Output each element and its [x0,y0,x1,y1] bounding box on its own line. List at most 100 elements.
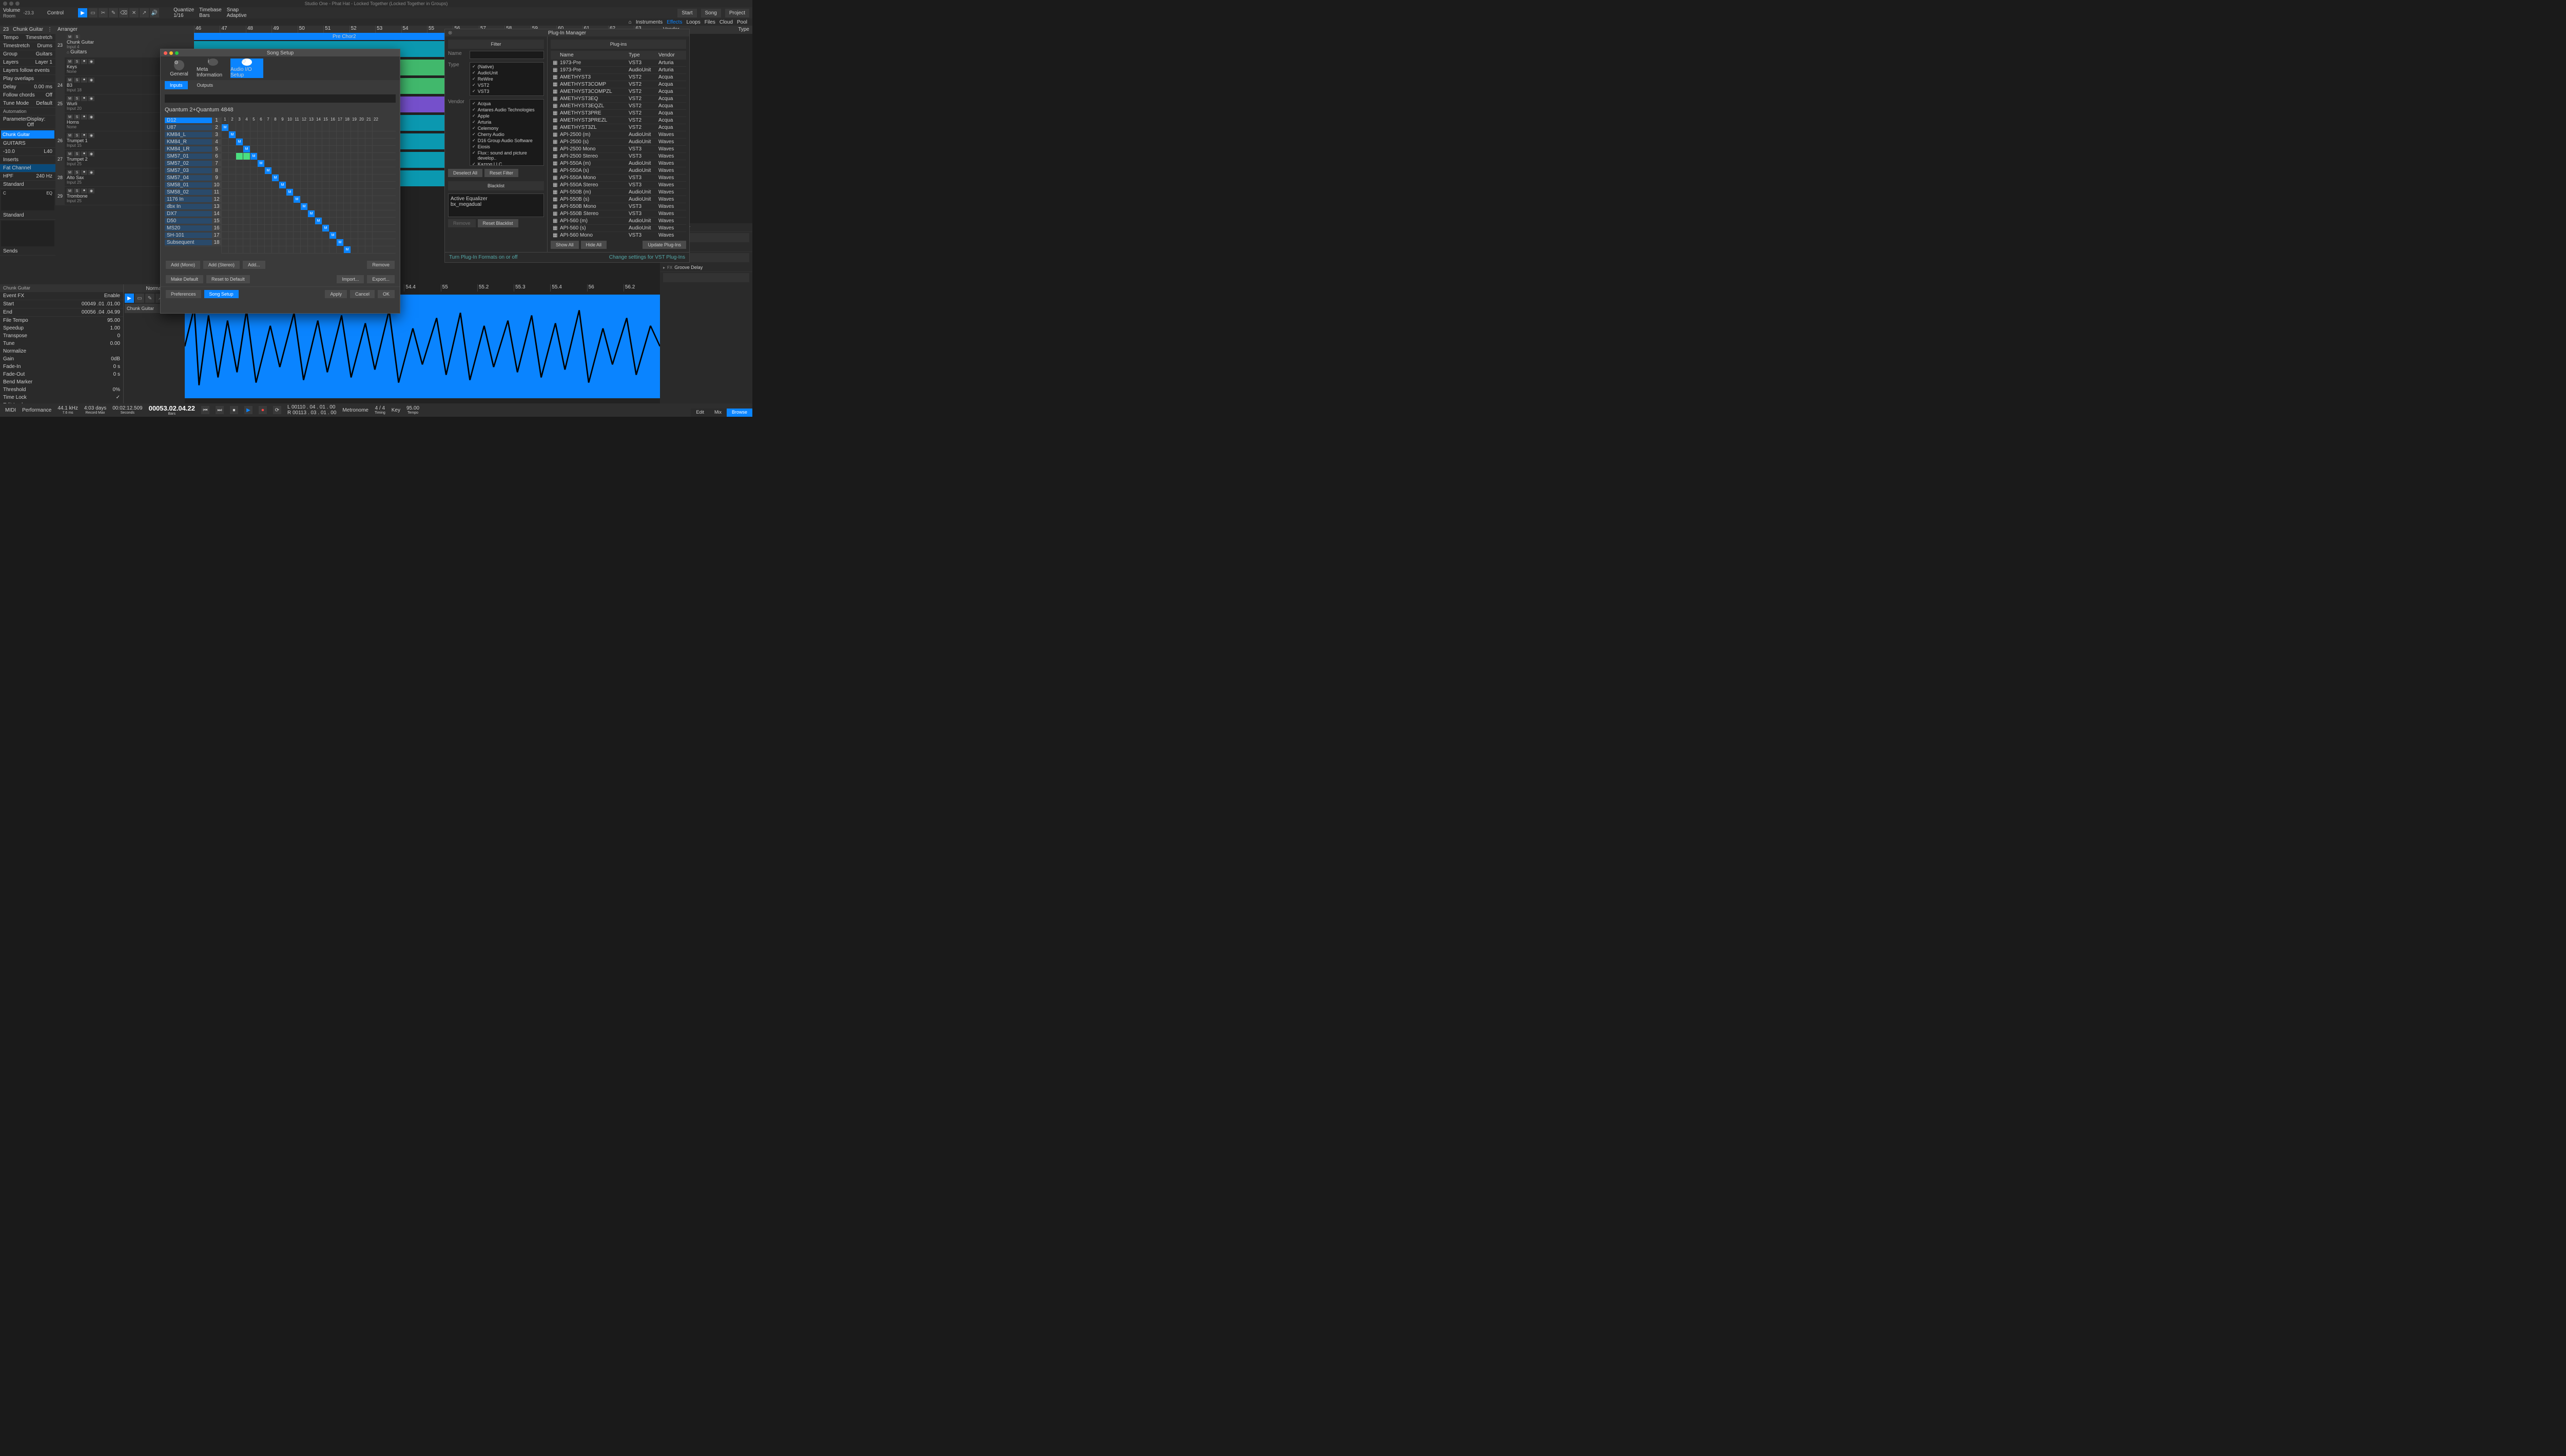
io-matrix-cell[interactable] [315,239,322,246]
io-channel-row[interactable]: 1176 In12 [165,196,221,203]
io-matrix-cell[interactable] [358,196,365,203]
io-matrix-cell[interactable] [236,196,243,203]
start-value[interactable]: 00049 .01 .01.00 [82,301,120,307]
io-matrix-cell[interactable] [250,218,257,224]
io-matrix-cell[interactable] [279,160,286,167]
io-matrix-cell[interactable] [351,196,358,203]
tab-pool[interactable]: Pool [737,20,747,25]
io-matrix-cell[interactable] [336,153,343,160]
io-channel-row[interactable]: SH-10117 [165,232,221,239]
event-param-row[interactable]: Time Lock✓ [0,394,123,401]
io-matrix-cell[interactable] [271,189,279,196]
io-matrix-cell[interactable] [372,239,379,246]
io-channel-row[interactable]: SM58_0110 [165,182,221,189]
io-matrix-cell[interactable] [250,174,257,181]
apply-button[interactable]: Apply [325,290,347,298]
solo-button[interactable]: S [74,34,80,40]
io-matrix-cell[interactable] [236,210,243,217]
inserts-label[interactable]: Inserts [3,157,18,163]
io-matrix-cell[interactable] [279,210,286,217]
io-matrix-cell[interactable] [257,225,264,231]
io-matrix-cell[interactable] [250,203,257,210]
io-matrix-cell[interactable] [329,160,336,167]
io-matrix-cell[interactable] [257,131,264,138]
io-matrix-cell[interactable] [329,146,336,152]
io-matrix-cell[interactable] [315,232,322,239]
io-matrix-cell[interactable] [243,196,250,203]
io-matrix-cell[interactable] [307,160,315,167]
plugin-row[interactable]: ▦AMETHYST3PREVST2Acqua [551,110,686,117]
minimize-window-icon[interactable] [9,2,13,6]
io-matrix-cell[interactable] [243,210,250,217]
io-matrix-cell[interactable] [307,246,315,253]
event-param-row[interactable]: Speedup1.00 [0,324,123,332]
loop-end[interactable]: R 00113 . 03 . 01 . 00 [287,410,336,416]
io-matrix-cell[interactable] [243,167,250,174]
io-matrix-cell[interactable] [300,246,307,253]
io-matrix-cell[interactable] [372,146,379,152]
io-matrix-cell[interactable] [315,153,322,160]
dialog-min-icon[interactable] [169,51,173,55]
io-matrix-cell[interactable] [271,146,279,152]
io-matrix-cell[interactable] [300,167,307,174]
make-default-button[interactable]: Make Default [166,275,203,283]
io-matrix-cell[interactable] [343,189,351,196]
io-matrix-cell[interactable] [257,189,264,196]
io-matrix-cell[interactable] [322,167,329,174]
io-matrix-cell[interactable] [228,153,236,160]
plugin-row[interactable]: ▦API-550B MonoVST3Waves [551,203,686,210]
reset-blacklist-button[interactable]: Reset Blacklist [478,219,518,227]
io-matrix-cell[interactable] [236,246,243,253]
io-matrix-cell[interactable] [351,210,358,217]
solo-button[interactable]: S [74,59,80,64]
plugin-row[interactable]: ▦API-550B StereoVST3Waves [551,210,686,218]
io-matrix-cell[interactable] [365,146,372,152]
io-matrix-cell[interactable]: M [322,225,329,231]
io-matrix-cell[interactable] [322,189,329,196]
dialog-close-icon[interactable] [164,51,167,55]
io-matrix-cell[interactable] [358,232,365,239]
io-matrix-cell[interactable] [322,239,329,246]
io-matrix-cell[interactable] [329,203,336,210]
io-matrix-cell[interactable] [336,196,343,203]
io-matrix-cell[interactable]: M [243,146,250,152]
io-matrix-cell[interactable] [264,239,271,246]
io-matrix-cell[interactable] [336,203,343,210]
io-matrix-cell[interactable] [300,232,307,239]
monitor-button[interactable]: ◉ [88,59,94,64]
io-matrix-cell[interactable] [358,246,365,253]
io-matrix-cell[interactable] [372,160,379,167]
io-matrix-cell[interactable] [286,182,293,188]
io-matrix-cell[interactable] [315,182,322,188]
view-mix[interactable]: Mix [709,409,727,417]
io-matrix-cell[interactable] [315,246,322,253]
add-stereo-button[interactable]: Add (Stereo) [203,261,240,269]
io-matrix-cell[interactable] [300,131,307,138]
plugin-row[interactable]: ▦API-550B (m)AudioUnitWaves [551,189,686,196]
vendor-filter-item[interactable]: D16 Group Audio Software [471,138,542,144]
io-matrix-cell[interactable]: M [286,189,293,196]
io-matrix-cell[interactable] [293,131,300,138]
io-matrix-cell[interactable]: M [236,139,243,145]
inspector-row[interactable]: TempoTimestretch [0,34,55,42]
song-setup-button[interactable]: Song Setup [204,290,239,298]
sends-label[interactable]: Sends [3,248,17,254]
io-matrix-cell[interactable]: M [300,203,307,210]
monitor-button[interactable]: ◉ [88,151,94,157]
inspector-row[interactable]: GroupGuitars [0,50,55,59]
io-matrix-cell[interactable] [264,196,271,203]
io-matrix-cell[interactable] [343,139,351,145]
io-matrix-cell[interactable] [351,139,358,145]
io-matrix-cell[interactable] [300,210,307,217]
plugin-row[interactable]: ▦AMETHYST3EQZLVST2Acqua [551,103,686,110]
io-matrix-cell[interactable] [315,210,322,217]
tab-meta[interactable]: i Meta Information [197,59,229,78]
solo-button[interactable]: S [74,114,80,120]
io-matrix-cell[interactable] [271,232,279,239]
io-matrix-cell[interactable] [329,239,336,246]
end-value[interactable]: 00056 .04 .04.99 [82,309,120,315]
io-matrix-cell[interactable] [336,160,343,167]
io-matrix-cell[interactable] [343,124,351,131]
io-channel-row[interactable]: MS2016 [165,225,221,232]
add-button[interactable]: Add... [243,261,265,269]
